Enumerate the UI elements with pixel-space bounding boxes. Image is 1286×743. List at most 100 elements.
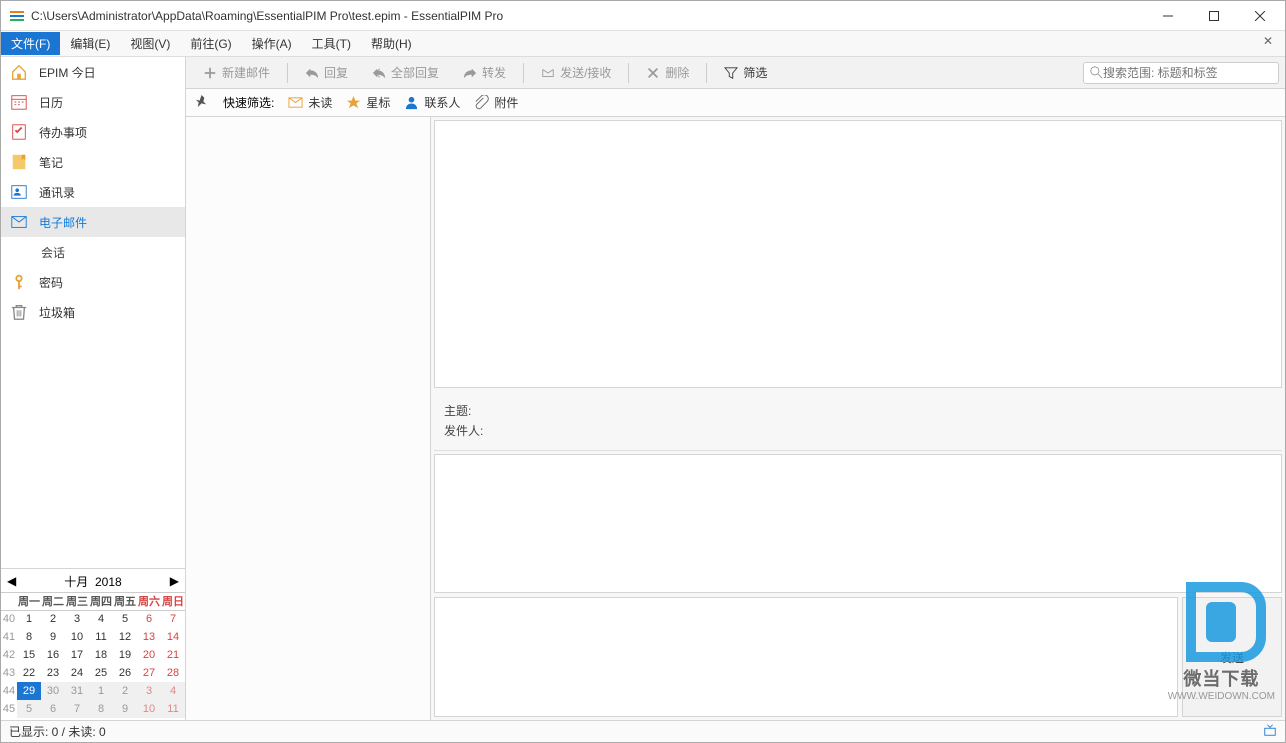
cal-day[interactable]: 26 — [113, 664, 137, 682]
maximize-button[interactable] — [1191, 1, 1237, 31]
minimize-button[interactable] — [1145, 1, 1191, 31]
cal-day[interactable]: 17 — [65, 646, 89, 664]
sidebar-item-label: 垃圾箱 — [39, 304, 75, 321]
cal-day[interactable]: 19 — [113, 646, 137, 664]
sidebar-item-7[interactable]: 密码 — [1, 267, 185, 297]
sidebar-item-label: 待办事项 — [39, 124, 87, 141]
cal-day[interactable]: 7 — [65, 700, 89, 718]
sidebar-item-2[interactable]: 待办事项 — [1, 117, 185, 147]
quick-reply-input[interactable] — [434, 597, 1178, 717]
cal-day[interactable]: 15 — [17, 646, 41, 664]
sidebar-item-0[interactable]: EPIM 今日 — [1, 57, 185, 87]
reply-all-button[interactable]: 全部回复 — [361, 60, 450, 85]
cal-day[interactable]: 30 — [41, 682, 65, 700]
cal-day[interactable]: 12 — [113, 628, 137, 646]
sidebar-item-label: 密码 — [39, 274, 63, 291]
sidebar-item-1[interactable]: 日历 — [1, 87, 185, 117]
search-input[interactable] — [1103, 66, 1272, 80]
cal-day[interactable]: 31 — [65, 682, 89, 700]
cal-day[interactable]: 9 — [113, 700, 137, 718]
cal-day[interactable]: 27 — [137, 664, 161, 682]
menu-goto[interactable]: 前往(G) — [180, 32, 241, 55]
cal-day[interactable]: 4 — [89, 610, 113, 628]
sidebar-item-3[interactable]: 笔记 — [1, 147, 185, 177]
sidebar-nav: EPIM 今日日历待办事项笔记通讯录电子邮件会话密码垃圾箱 — [1, 57, 185, 568]
cal-day[interactable]: 24 — [65, 664, 89, 682]
cal-day[interactable]: 28 — [161, 664, 185, 682]
cal-day[interactable]: 16 — [41, 646, 65, 664]
cal-day[interactable]: 6 — [137, 610, 161, 628]
cal-day[interactable]: 5 — [17, 700, 41, 718]
cal-next-button[interactable]: ▶ — [170, 574, 179, 588]
cal-day[interactable]: 23 — [41, 664, 65, 682]
sidebar-item-8[interactable]: 垃圾箱 — [1, 297, 185, 327]
cal-day[interactable]: 18 — [89, 646, 113, 664]
forward-button[interactable]: 转发 — [452, 60, 517, 85]
cal-day[interactable]: 1 — [17, 610, 41, 628]
cal-day[interactable]: 21 — [161, 646, 185, 664]
cal-day[interactable]: 3 — [137, 682, 161, 700]
search-icon — [1090, 66, 1103, 79]
cal-day[interactable]: 2 — [113, 682, 137, 700]
mail-toolbar: 新建邮件 回复 全部回复 转发 发送/接收 删除 筛选 — [186, 57, 1285, 89]
filter-attachment[interactable]: 附件 — [474, 94, 518, 111]
cal-day[interactable]: 20 — [137, 646, 161, 664]
cal-day[interactable]: 9 — [41, 628, 65, 646]
cal-day[interactable]: 2 — [41, 610, 65, 628]
password-icon — [9, 273, 29, 291]
search-box[interactable] — [1083, 62, 1279, 84]
cal-prev-button[interactable]: ◀ — [7, 574, 16, 588]
filter-button[interactable]: 筛选 — [713, 60, 778, 85]
menubar-close-icon[interactable]: ✕ — [1257, 34, 1279, 48]
quick-filter-label: 快速筛选: — [223, 94, 274, 111]
menu-tools[interactable]: 工具(T) — [302, 32, 361, 55]
cal-day[interactable]: 7 — [161, 610, 185, 628]
send-receive-button[interactable]: 发送/接收 — [530, 60, 622, 85]
sidebar-item-label: 通讯录 — [39, 184, 75, 201]
menu-action[interactable]: 操作(A) — [242, 32, 302, 55]
reply-button[interactable]: 回复 — [294, 60, 359, 85]
cal-day[interactable]: 10 — [137, 700, 161, 718]
cal-day[interactable]: 4 — [161, 682, 185, 700]
cal-day[interactable]: 10 — [65, 628, 89, 646]
cal-day[interactable]: 25 — [89, 664, 113, 682]
home-icon — [9, 63, 29, 81]
sidebar-item-4[interactable]: 通讯录 — [1, 177, 185, 207]
cal-day[interactable]: 13 — [137, 628, 161, 646]
cal-day[interactable]: 14 — [161, 628, 185, 646]
filter-contact[interactable]: 联系人 — [404, 94, 460, 111]
cal-day[interactable]: 6 — [41, 700, 65, 718]
menu-view[interactable]: 视图(V) — [120, 32, 180, 55]
cal-day[interactable]: 1 — [89, 682, 113, 700]
contacts-icon — [9, 183, 29, 201]
menu-edit[interactable]: 编辑(E) — [60, 32, 120, 55]
menu-file[interactable]: 文件(F) — [1, 32, 60, 55]
sidebar-item-6[interactable]: 会话 — [1, 237, 185, 267]
pin-icon[interactable] — [194, 94, 209, 112]
filter-starred[interactable]: 星标 — [346, 94, 390, 111]
trash-icon — [9, 303, 29, 321]
todo-icon — [9, 123, 29, 141]
cal-day[interactable]: 5 — [113, 610, 137, 628]
menu-help[interactable]: 帮助(H) — [361, 32, 422, 55]
sidebar: EPIM 今日日历待办事项笔记通讯录电子邮件会话密码垃圾箱 ◀ 十月 2018 … — [1, 57, 186, 720]
close-button[interactable] — [1237, 1, 1283, 31]
cal-day[interactable]: 22 — [17, 664, 41, 682]
cal-day[interactable]: 8 — [17, 628, 41, 646]
send-button[interactable]: 发送 — [1182, 597, 1282, 717]
app-icon — [9, 8, 25, 24]
cal-day[interactable]: 8 — [89, 700, 113, 718]
new-mail-button[interactable]: 新建邮件 — [192, 60, 281, 85]
menubar: 文件(F) 编辑(E) 视图(V) 前往(G) 操作(A) 工具(T) 帮助(H… — [1, 31, 1285, 57]
cal-day[interactable]: 11 — [161, 700, 185, 718]
mail-list-pane[interactable] — [186, 117, 431, 720]
note-icon — [9, 153, 29, 171]
delete-button[interactable]: 删除 — [635, 60, 700, 85]
sidebar-item-5[interactable]: 电子邮件 — [1, 207, 185, 237]
sync-icon[interactable] — [1263, 723, 1277, 740]
cal-day[interactable]: 3 — [65, 610, 89, 628]
filter-unread[interactable]: 未读 — [288, 94, 332, 111]
mini-calendar: ◀ 十月 2018 ▶ 周一周二周三周四周五周六周日40123456741891… — [1, 568, 185, 721]
cal-day[interactable]: 29 — [17, 682, 41, 700]
cal-day[interactable]: 11 — [89, 628, 113, 646]
